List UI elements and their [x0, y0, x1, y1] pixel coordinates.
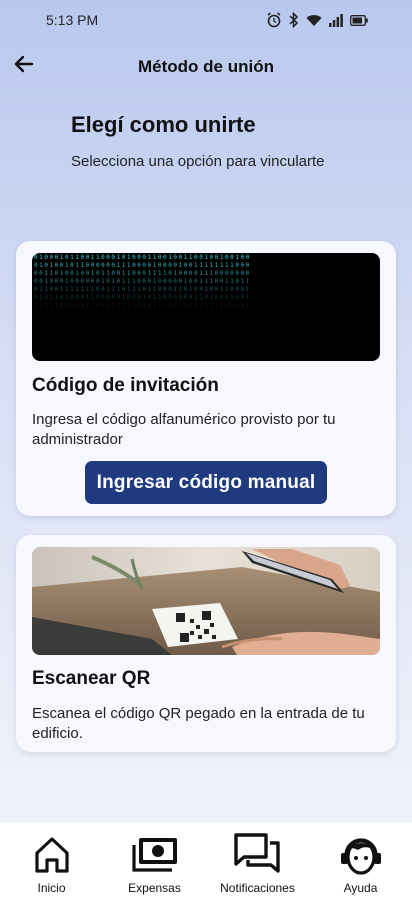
- svg-text:110110000111000011110101110011: 1101100001110000111101011100110011111000…: [34, 302, 251, 309]
- nav-label-inicio: Inicio: [37, 881, 66, 895]
- chat-icon: [233, 832, 282, 878]
- scan-qr-description: Escanea el código QR pegado en la entrad…: [32, 705, 365, 742]
- qr-scan-photo: [32, 547, 380, 655]
- status-time: 5:13 PM: [46, 12, 99, 28]
- scan-qr-card[interactable]: Escanear QR Escanea el código QR pegado …: [16, 535, 396, 752]
- svg-text:001101001001011001100011110100: 0011010010010110011000111101000011100000…: [34, 270, 251, 277]
- section-heading: Elegí como unirte: [71, 112, 256, 137]
- back-button[interactable]: [10, 52, 38, 80]
- arrow-back-icon: [14, 55, 34, 78]
- battery-icon: [350, 14, 368, 26]
- status-icons: [266, 12, 368, 28]
- support-agent-icon: [338, 832, 384, 878]
- invite-code-description: Ingresa el código alfanumérico provisto …: [32, 411, 336, 448]
- nav-item-expensas[interactable]: Expensas: [105, 832, 205, 895]
- nav-item-notificaciones[interactable]: Notificaciones: [208, 832, 308, 895]
- nav-item-ayuda[interactable]: Ayuda: [311, 832, 411, 895]
- invite-code-title: Código de invitación: [32, 375, 219, 396]
- scan-qr-title: Escanear QR: [32, 668, 151, 689]
- svg-text:010001011001100010100011001001: 0100010110011000101000110010011001001001…: [34, 254, 251, 261]
- svg-text:001000100000010101110001000001: 0010001000000101011100010000010011100110…: [34, 278, 251, 285]
- app-bar: Método de unión: [0, 46, 412, 88]
- nav-label-expensas: Expensas: [128, 881, 181, 895]
- money-icon: [131, 832, 179, 878]
- invite-code-card[interactable]: 0100010110011000101000110010011001001001…: [16, 241, 396, 516]
- signal-icon: [329, 13, 343, 27]
- home-icon: [34, 832, 70, 878]
- binary-code-image: 0100010110011000101000110010011001001001…: [32, 253, 380, 361]
- nav-item-inicio[interactable]: Inicio: [2, 832, 102, 895]
- status-bar: 5:13 PM: [0, 0, 412, 40]
- svg-text:011001111111001110111011000110: 0110011111110011101110110001101001001100…: [34, 286, 251, 293]
- enter-code-manual-button[interactable]: Ingresar código manual: [85, 461, 327, 504]
- nav-label-ayuda: Ayuda: [343, 881, 378, 895]
- bottom-navigation: Inicio Expensas Notificaciones Ayuda: [0, 822, 412, 917]
- svg-text:010100101100000011100001000010: 0101001011000000111000010000100111111110…: [34, 262, 251, 269]
- bluetooth-icon: [289, 12, 299, 28]
- svg-text:010110100011000001000101100000: 0101101000110000010001011000000110100010…: [34, 294, 251, 301]
- page-title: Método de unión: [138, 57, 274, 76]
- nav-label-notificaciones: Notificaciones: [220, 881, 295, 895]
- section-subheading: Selecciona una opción para vincularte: [71, 153, 325, 170]
- alarm-icon: [266, 12, 282, 28]
- wifi-icon: [306, 14, 322, 27]
